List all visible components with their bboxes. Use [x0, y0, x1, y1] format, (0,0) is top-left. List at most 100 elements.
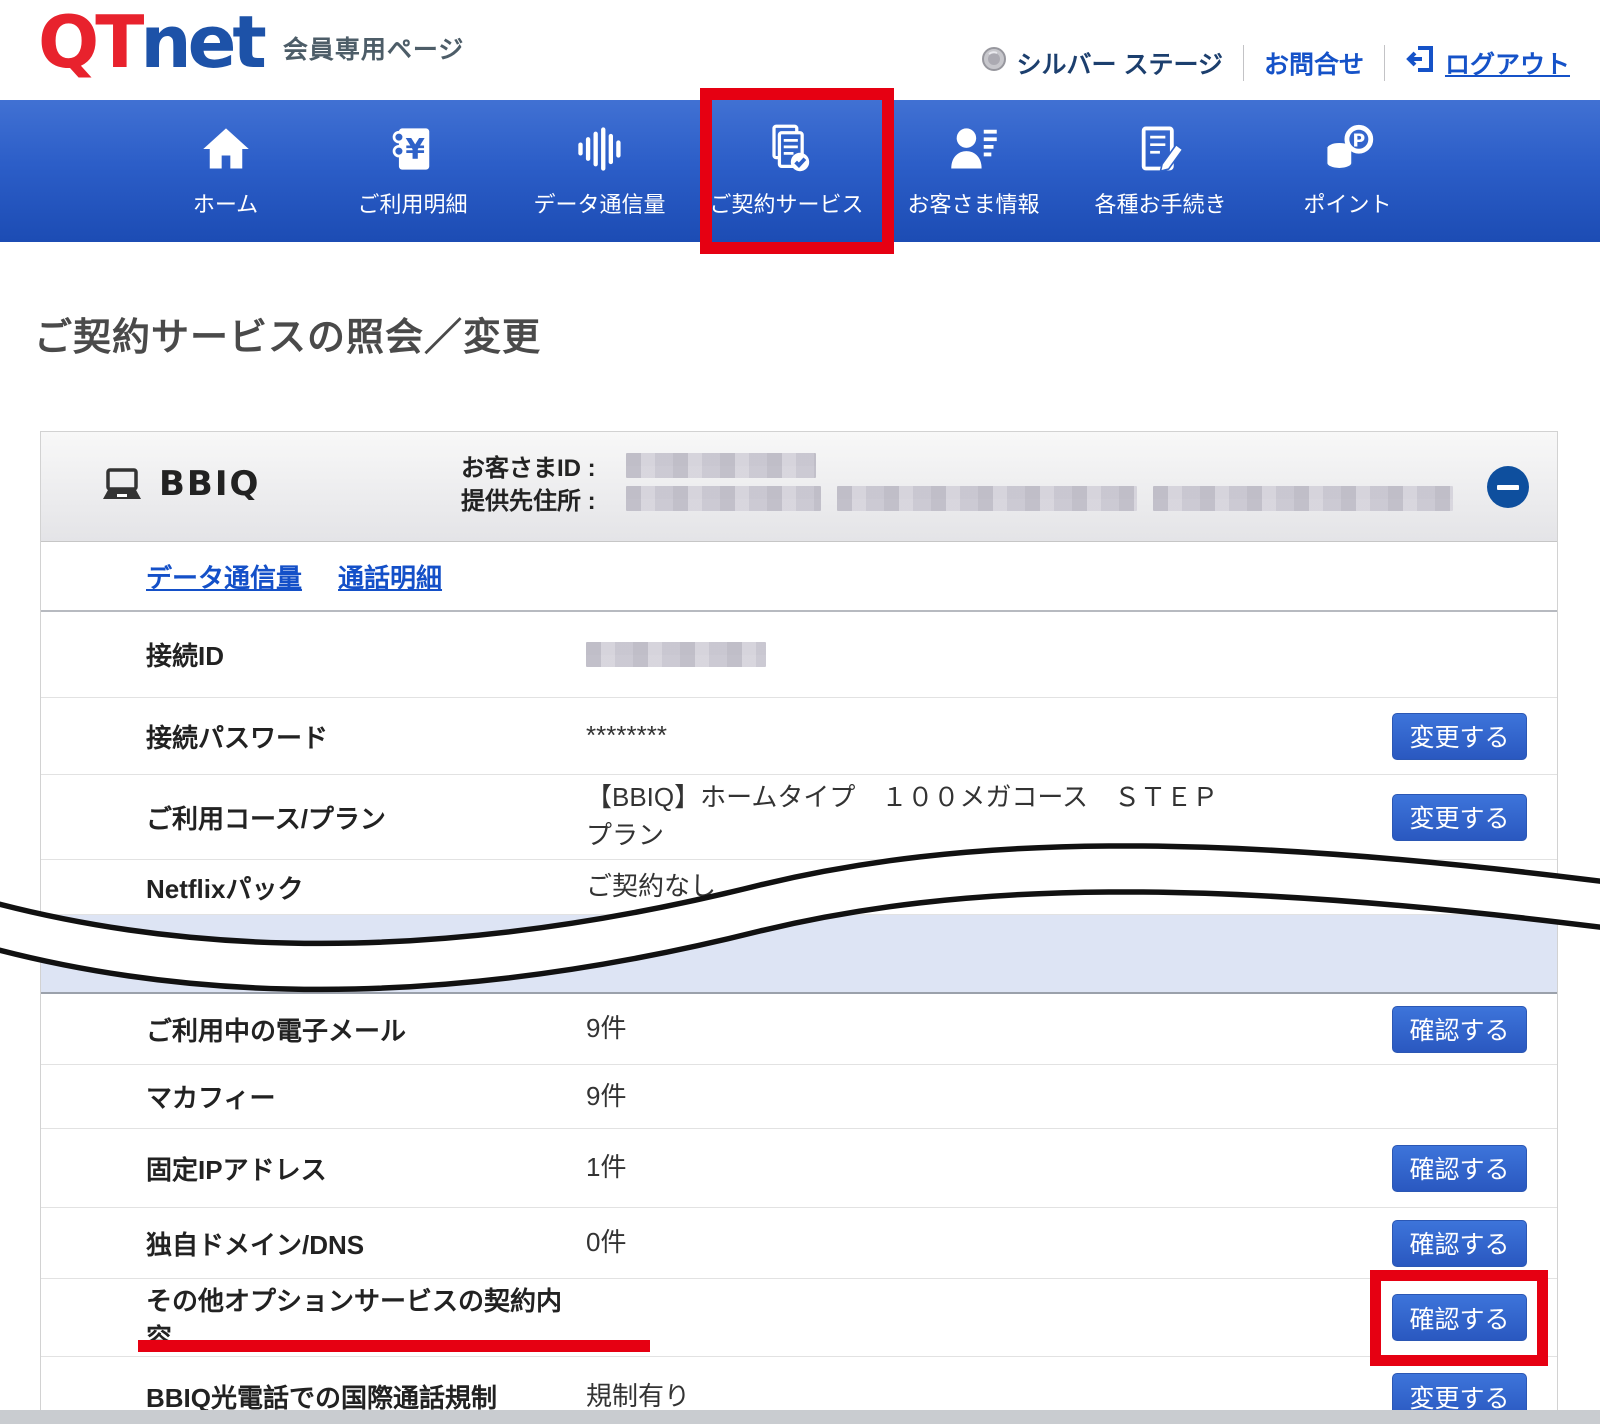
row-label: 独自ドメイン/DNS [146, 1225, 586, 1262]
nav-item-home[interactable]: ホーム [132, 100, 319, 242]
contract-services-icon [761, 123, 813, 175]
collapse-panel-button[interactable] [1487, 466, 1529, 508]
nav-item-label: データ通信量 [533, 187, 665, 219]
customer-id-redacted [626, 453, 816, 478]
table-row: Netflixパック ご契約なし [41, 859, 1557, 914]
silver-medal-icon [981, 46, 1007, 79]
nav-item-label: ご契約サービス [709, 187, 863, 219]
panel-header: BBIQ お客さまID : 提供先住所 : [41, 432, 1557, 542]
logo-qt: QT [38, 0, 140, 84]
nav-item-label: ホーム [193, 187, 258, 219]
row-button-wrap: 確認する [1392, 1220, 1527, 1267]
nav-item-billing[interactable]: ¥ ご利用明細 [319, 100, 506, 242]
points-icon: P [1322, 123, 1374, 175]
logo-net: net [140, 0, 263, 84]
row-button-wrap: 確認する [1392, 1006, 1527, 1053]
nav-item-procedures[interactable]: 各種お手続き [1067, 100, 1254, 242]
logout-link[interactable]: ログアウト [1405, 44, 1570, 81]
address-redacted [626, 486, 1453, 511]
nav-item-points[interactable]: P ポイント [1254, 100, 1441, 242]
svg-text:P: P [1352, 131, 1365, 151]
row-value: 9件 [586, 1078, 626, 1116]
table-row: その他オプションサービスの契約内容 確認する [41, 1278, 1557, 1356]
row-button-wrap: 確認する [1392, 1294, 1527, 1341]
nav-item-data-usage[interactable]: データ通信量 [506, 100, 693, 242]
header-utility-bar: シルバー ステージ お問合せ ログアウト [981, 44, 1570, 81]
table-row: 接続パスワード ******** 変更する [41, 697, 1557, 774]
panel-rows: 接続ID 接続パスワード ******** 変更する ご利用コース/プラン 【B… [41, 612, 1557, 1424]
row-value-redacted [586, 642, 766, 667]
table-row: 接続ID [41, 612, 1557, 697]
logout-label: ログアウト [1445, 45, 1570, 81]
procedures-icon [1135, 123, 1187, 175]
row-value: 9件 [586, 1010, 626, 1048]
customer-id-line: お客さまID : [461, 449, 1453, 482]
page-title: ご契約サービスの照会／変更 [34, 306, 1600, 361]
home-icon [200, 123, 252, 175]
qtnet-member-page: QTnet 会員専用ページ シルバー ステージ お問合せ ログアウト [0, 0, 1600, 1424]
row-label: ご利用中の電子メール [146, 1011, 586, 1048]
bbiq-service-panel: BBIQ お客さまID : 提供先住所 : データ通信量 [40, 431, 1558, 1424]
nav-item-label: お客さま情報 [907, 187, 1039, 219]
service-name: BBIQ [159, 464, 260, 504]
laptop-icon [99, 468, 145, 509]
nav-item-label: 各種お手続き [1094, 187, 1226, 219]
member-page-subtitle: 会員専用ページ [283, 30, 465, 66]
billing-statement-icon: ¥ [387, 123, 439, 175]
panel-links-row: データ通信量 通話明細 [41, 542, 1557, 612]
customer-info-icon [948, 123, 1000, 175]
address-redacted-segment [837, 486, 1137, 511]
address-line: 提供先住所 : [461, 482, 1453, 515]
svg-text:¥: ¥ [405, 133, 425, 166]
row-label: その他オプションサービスの契約内容 [146, 1281, 586, 1355]
row-label: Netflixパック [146, 869, 586, 906]
stage-status: シルバー ステージ [981, 45, 1223, 81]
nav-item-label: ご利用明細 [357, 187, 467, 219]
confirm-button[interactable]: 確認する [1392, 1220, 1527, 1267]
table-row: ご利用コース/プラン 【BBIQ】ホームタイプ １００メガコース ＳＴＥＰプラン… [41, 774, 1557, 859]
stage-label: シルバー ステージ [1017, 45, 1223, 81]
row-value: 0件 [586, 1224, 626, 1262]
confirm-button[interactable]: 確認する [1392, 1006, 1527, 1053]
change-button[interactable]: 変更する [1392, 794, 1527, 841]
table-row: 独自ドメイン/DNS 0件 確認する [41, 1207, 1557, 1278]
row-button-wrap: 変更する [1392, 794, 1527, 841]
row-button-wrap: 確認する [1392, 1145, 1527, 1192]
main-nav: ホーム ¥ ご利用明細 データ通信量 ご契約サービス お客さま情報 [0, 100, 1600, 242]
top-header: QTnet 会員専用ページ シルバー ステージ お問合せ ログアウト [0, 0, 1600, 100]
customer-info-block: お客さまID : 提供先住所 : [461, 449, 1453, 515]
change-button[interactable]: 変更する [1392, 713, 1527, 760]
address-label: 提供先住所 : [461, 481, 626, 516]
data-usage-link[interactable]: データ通信量 [146, 558, 302, 595]
address-redacted-segment [1153, 486, 1453, 511]
table-row: ご利用中の電子メール 9件 確認する [41, 992, 1557, 1064]
call-details-link[interactable]: 通話明細 [338, 558, 442, 595]
row-value: 1件 [586, 1149, 626, 1187]
confirm-button[interactable]: 確認する [1392, 1145, 1527, 1192]
confirm-button[interactable]: 確認する [1392, 1294, 1527, 1341]
row-label: 接続ID [146, 636, 586, 673]
nav-item-label: ポイント [1303, 187, 1391, 219]
row-label: 接続パスワード [146, 718, 586, 755]
row-label: ご利用コース/プラン [146, 799, 586, 836]
row-value: ご契約なし [586, 868, 716, 906]
logout-icon [1405, 44, 1435, 81]
header-divider [1243, 45, 1244, 81]
nav-item-customer-info[interactable]: お客さま情報 [880, 100, 1067, 242]
nav-item-contract-services[interactable]: ご契約サービス [693, 100, 880, 242]
row-label: マカフィー [146, 1078, 586, 1115]
header-divider [1384, 45, 1385, 81]
contact-link[interactable]: お問合せ [1264, 45, 1364, 81]
address-redacted-segment [626, 486, 821, 511]
spacer-row [41, 914, 1557, 992]
qtnet-logo-text: QTnet [38, 8, 263, 76]
data-usage-icon [574, 123, 626, 175]
customer-id-label: お客さまID : [461, 448, 626, 483]
row-button-wrap: 変更する [1392, 713, 1527, 760]
table-row: 固定IPアドレス 1件 確認する [41, 1128, 1557, 1207]
page-bottom-strip [0, 1410, 1600, 1424]
table-row: マカフィー 9件 [41, 1064, 1557, 1128]
row-value: ******** [586, 717, 667, 755]
qtnet-logo: QTnet 会員専用ページ [38, 8, 464, 76]
row-label: 固定IPアドレス [146, 1150, 586, 1187]
